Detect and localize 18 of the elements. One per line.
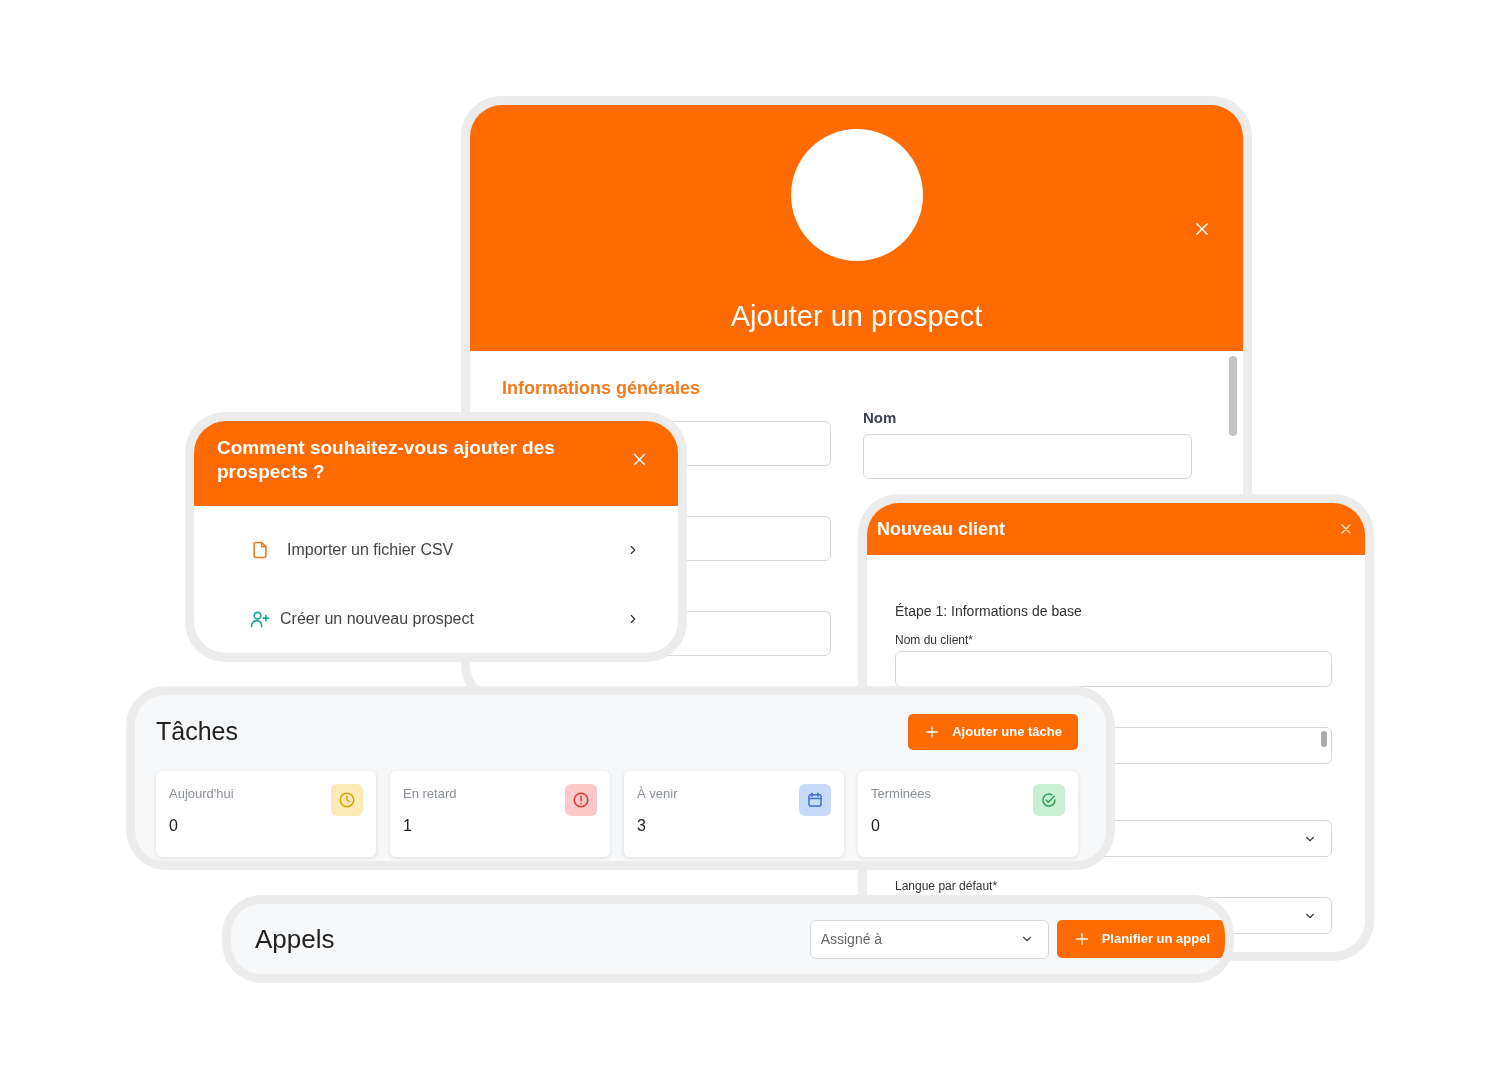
modal-title: Ajouter un prospect [730,299,983,334]
stat-value: 1 [403,815,413,836]
stat-label: Aujourd'hui [169,784,234,803]
field-label: Langue par défaut* [895,878,999,891]
stat-label: À venir [637,784,678,803]
field-label: Nom du client* [895,632,975,645]
field-label: Nom [863,408,898,428]
stat-value: 3 [637,815,647,836]
panel-title: Tâches [156,716,238,747]
stat-label: En retard [403,784,457,803]
stat-value: 0 [169,815,179,836]
stat-value: 0 [871,815,881,836]
modal-title: Nouveau client [877,517,1006,541]
popup-title: Comment souhaitez-vous ajouter des prospects ? [217,435,556,484]
stat-label: Terminées [871,784,931,803]
panel-title: Appels [255,922,335,956]
section-title: Informations générales [502,377,702,400]
step-title: Étape 1: Informations de base [895,602,1083,621]
